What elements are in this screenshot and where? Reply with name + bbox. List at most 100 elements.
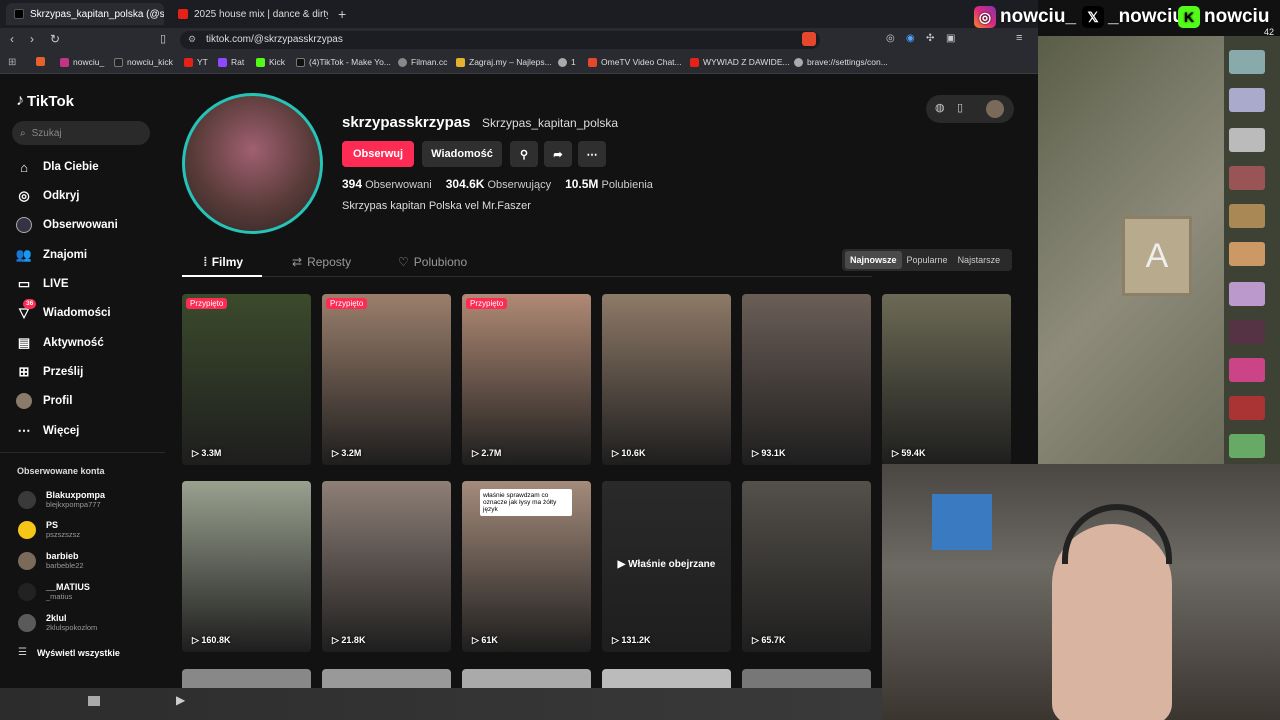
bookmark-item[interactable]: nowciu_ — [60, 57, 104, 67]
forward-icon[interactable]: › — [30, 32, 34, 46]
video-thumbnail[interactable]: Przypięto ▷ 3.2M — [322, 294, 451, 465]
grid-icon: ⦙ — [204, 255, 207, 269]
wallet-icon[interactable]: ◉ — [906, 33, 915, 44]
nav-label: Znajomi — [43, 249, 88, 261]
nav-item-friends[interactable]: 👥 Znajomi — [16, 247, 87, 263]
stat-following[interactable]: 394 Obserwowani — [342, 177, 432, 191]
video-thumbnail[interactable]: ▷ 21.8K — [322, 481, 451, 652]
video-caption: właśnie sprawdzam co oznacze jak łysy ma… — [480, 489, 572, 516]
square-icon[interactable] — [88, 696, 100, 706]
video-thumbnail[interactable]: właśnie sprawdzam co oznacze jak łysy ma… — [462, 481, 591, 652]
followed-account[interactable]: barbieb barbeble22 — [18, 551, 84, 570]
tiktok-favicon-icon — [14, 9, 24, 19]
video-thumbnail-partial[interactable] — [322, 669, 451, 688]
bookmark-item[interactable]: WYWIAD Z DAWIDE... — [690, 57, 790, 67]
device-icon[interactable]: ▯ — [957, 101, 963, 114]
browser-tab-tiktok[interactable]: Skrzypas_kapitan_polska (@skrz ✕ — [6, 3, 164, 25]
bookmark-item[interactable]: Filman.cc — [398, 57, 447, 67]
sort-newest[interactable]: Najnowsze — [845, 251, 902, 269]
video-thumbnail[interactable]: ▷ 93.1K — [742, 294, 871, 465]
url-text: tiktok.com/@skrzypasskrzypas — [206, 34, 343, 45]
friends-icon: 👥 — [15, 247, 33, 262]
sort-popular[interactable]: Popularne — [902, 251, 953, 269]
bookmark-icon[interactable]: ▯ — [160, 32, 166, 45]
bookmark-item[interactable]: (4)TikTok - Make Yo... — [296, 57, 391, 67]
youtube-icon — [690, 57, 699, 67]
bookmark-item[interactable]: brave://settings/con... — [794, 57, 888, 67]
puzzle-icon[interactable]: ✣ — [926, 33, 934, 44]
stat-followers[interactable]: 304.6K Obserwujący — [446, 177, 551, 191]
youtube-icon — [184, 57, 193, 67]
show-all-link[interactable]: ☰ Wyświetl wszystkie — [18, 647, 120, 658]
play-icon[interactable]: ▶ — [176, 693, 185, 707]
tab-videos[interactable]: ⦙ Filmy — [204, 255, 243, 270]
video-thumbnail[interactable]: ▶ Właśnie obejrzane ▷ 131.2K — [602, 481, 731, 652]
video-thumbnail[interactable]: Przypięto ▷ 3.3M — [182, 294, 311, 465]
video-thumbnail-partial[interactable] — [182, 669, 311, 688]
brave-shield-icon[interactable] — [802, 32, 816, 46]
bookmark-item[interactable]: 1 — [558, 57, 576, 67]
tab-reposts[interactable]: ⇄ Reposty — [292, 255, 351, 269]
profile-avatar[interactable] — [182, 93, 323, 234]
followed-account[interactable]: Blakuxpompa blejkxpompa777 — [18, 490, 105, 509]
extension-icon[interactable]: ◎ — [886, 33, 895, 44]
bookmark-item[interactable]: nowciu_kick — [114, 57, 173, 67]
video-thumbnail[interactable]: ▷ 10.6K — [602, 294, 731, 465]
nav-item-explore[interactable]: ◎ Odkryj — [16, 188, 79, 204]
video-thumbnail[interactable]: ▷ 59.4K — [882, 294, 1011, 465]
message-button[interactable]: Wiadomość — [422, 141, 502, 167]
video-thumbnail-partial[interactable] — [602, 669, 731, 688]
bookmark-item[interactable] — [36, 57, 45, 66]
apps-grid-icon[interactable]: ⊞ — [8, 57, 16, 68]
video-thumbnail[interactable]: ▷ 160.8K — [182, 481, 311, 652]
sidebar-toggle-icon[interactable]: ▣ — [946, 33, 955, 44]
sort-oldest[interactable]: Najstarsze — [953, 251, 1006, 269]
browser-tab-youtube[interactable]: 2025 house mix | dance & dirty g — [170, 3, 328, 25]
nav-item-live[interactable]: ▭ LIVE — [16, 276, 69, 292]
nav-item-profile[interactable]: Profil — [16, 393, 72, 409]
search-input[interactable]: ⌕ Szukaj — [12, 121, 150, 145]
tabs-divider — [182, 276, 872, 277]
video-thumbnail[interactable]: Przypięto ▷ 2.7M — [462, 294, 591, 465]
bookmark-item[interactable]: Kick — [256, 57, 285, 67]
followed-account[interactable]: 2klul 2klulspokozlom — [18, 613, 97, 632]
bookmark-item[interactable]: Rat — [218, 57, 244, 67]
share-button[interactable]: ➦ — [544, 141, 572, 167]
user-avatar[interactable] — [986, 100, 1004, 118]
video-thumbnail-partial[interactable] — [462, 669, 591, 688]
bookmark-item[interactable]: Zagraj.my – Najleps... — [456, 57, 552, 67]
tab-label: Reposty — [307, 255, 352, 269]
compass-icon[interactable]: ◍ — [935, 101, 945, 114]
reload-icon[interactable]: ↻ — [50, 32, 60, 46]
bookmark-item[interactable]: YT — [184, 57, 208, 67]
follow-button[interactable]: Obserwuj — [342, 141, 414, 167]
stream-sidebar: 42 — [1224, 27, 1280, 464]
address-field[interactable]: ⚙ tiktok.com/@skrzypasskrzypas — [180, 31, 820, 49]
more-options-button[interactable]: ⋯ — [578, 141, 606, 167]
new-tab-icon[interactable]: + — [338, 6, 346, 22]
nav-item-upload[interactable]: ⊞ Prześlij — [16, 364, 84, 380]
followed-account[interactable]: __MATIUS _matius — [18, 582, 90, 601]
nav-item-activity[interactable]: ▤ Aktywność — [16, 335, 104, 351]
video-thumbnail[interactable]: ▷ 65.7K — [742, 481, 871, 652]
tab-liked[interactable]: ♡ Polubiono — [398, 255, 467, 269]
tiktok-logo[interactable]: ♪ TikTok — [16, 92, 74, 110]
nav-item-following[interactable]: Obserwowani — [16, 217, 118, 233]
back-icon[interactable]: ‹ — [10, 32, 14, 46]
bookmark-item[interactable]: OmeTV Video Chat... — [588, 57, 682, 67]
site-info-icon[interactable]: ⚙ — [188, 34, 196, 45]
add-friend-button[interactable]: ⚲ — [510, 141, 538, 167]
messages-badge: 36 — [23, 299, 37, 309]
globe-icon — [398, 57, 407, 67]
mini-thumbnail — [1229, 434, 1265, 458]
nav-item-more[interactable]: ⋯ Więcej — [16, 423, 80, 439]
video-thumbnail-partial[interactable] — [742, 669, 871, 688]
nav-item-messages[interactable]: ▽ 36 Wiadomości — [16, 299, 111, 321]
followed-account[interactable]: PS pszszszsz — [18, 520, 80, 539]
nav-item-for-you[interactable]: ⌂ Dla Ciebie — [16, 159, 99, 175]
view-count-value: 3.2M — [341, 448, 362, 458]
bookmark-label: Filman.cc — [411, 57, 448, 67]
profile-bio: Skrzypas kapitan Polska vel Mr.Faszer — [342, 200, 531, 212]
avatar — [18, 582, 36, 601]
bookmark-label: Kick — [269, 57, 286, 67]
